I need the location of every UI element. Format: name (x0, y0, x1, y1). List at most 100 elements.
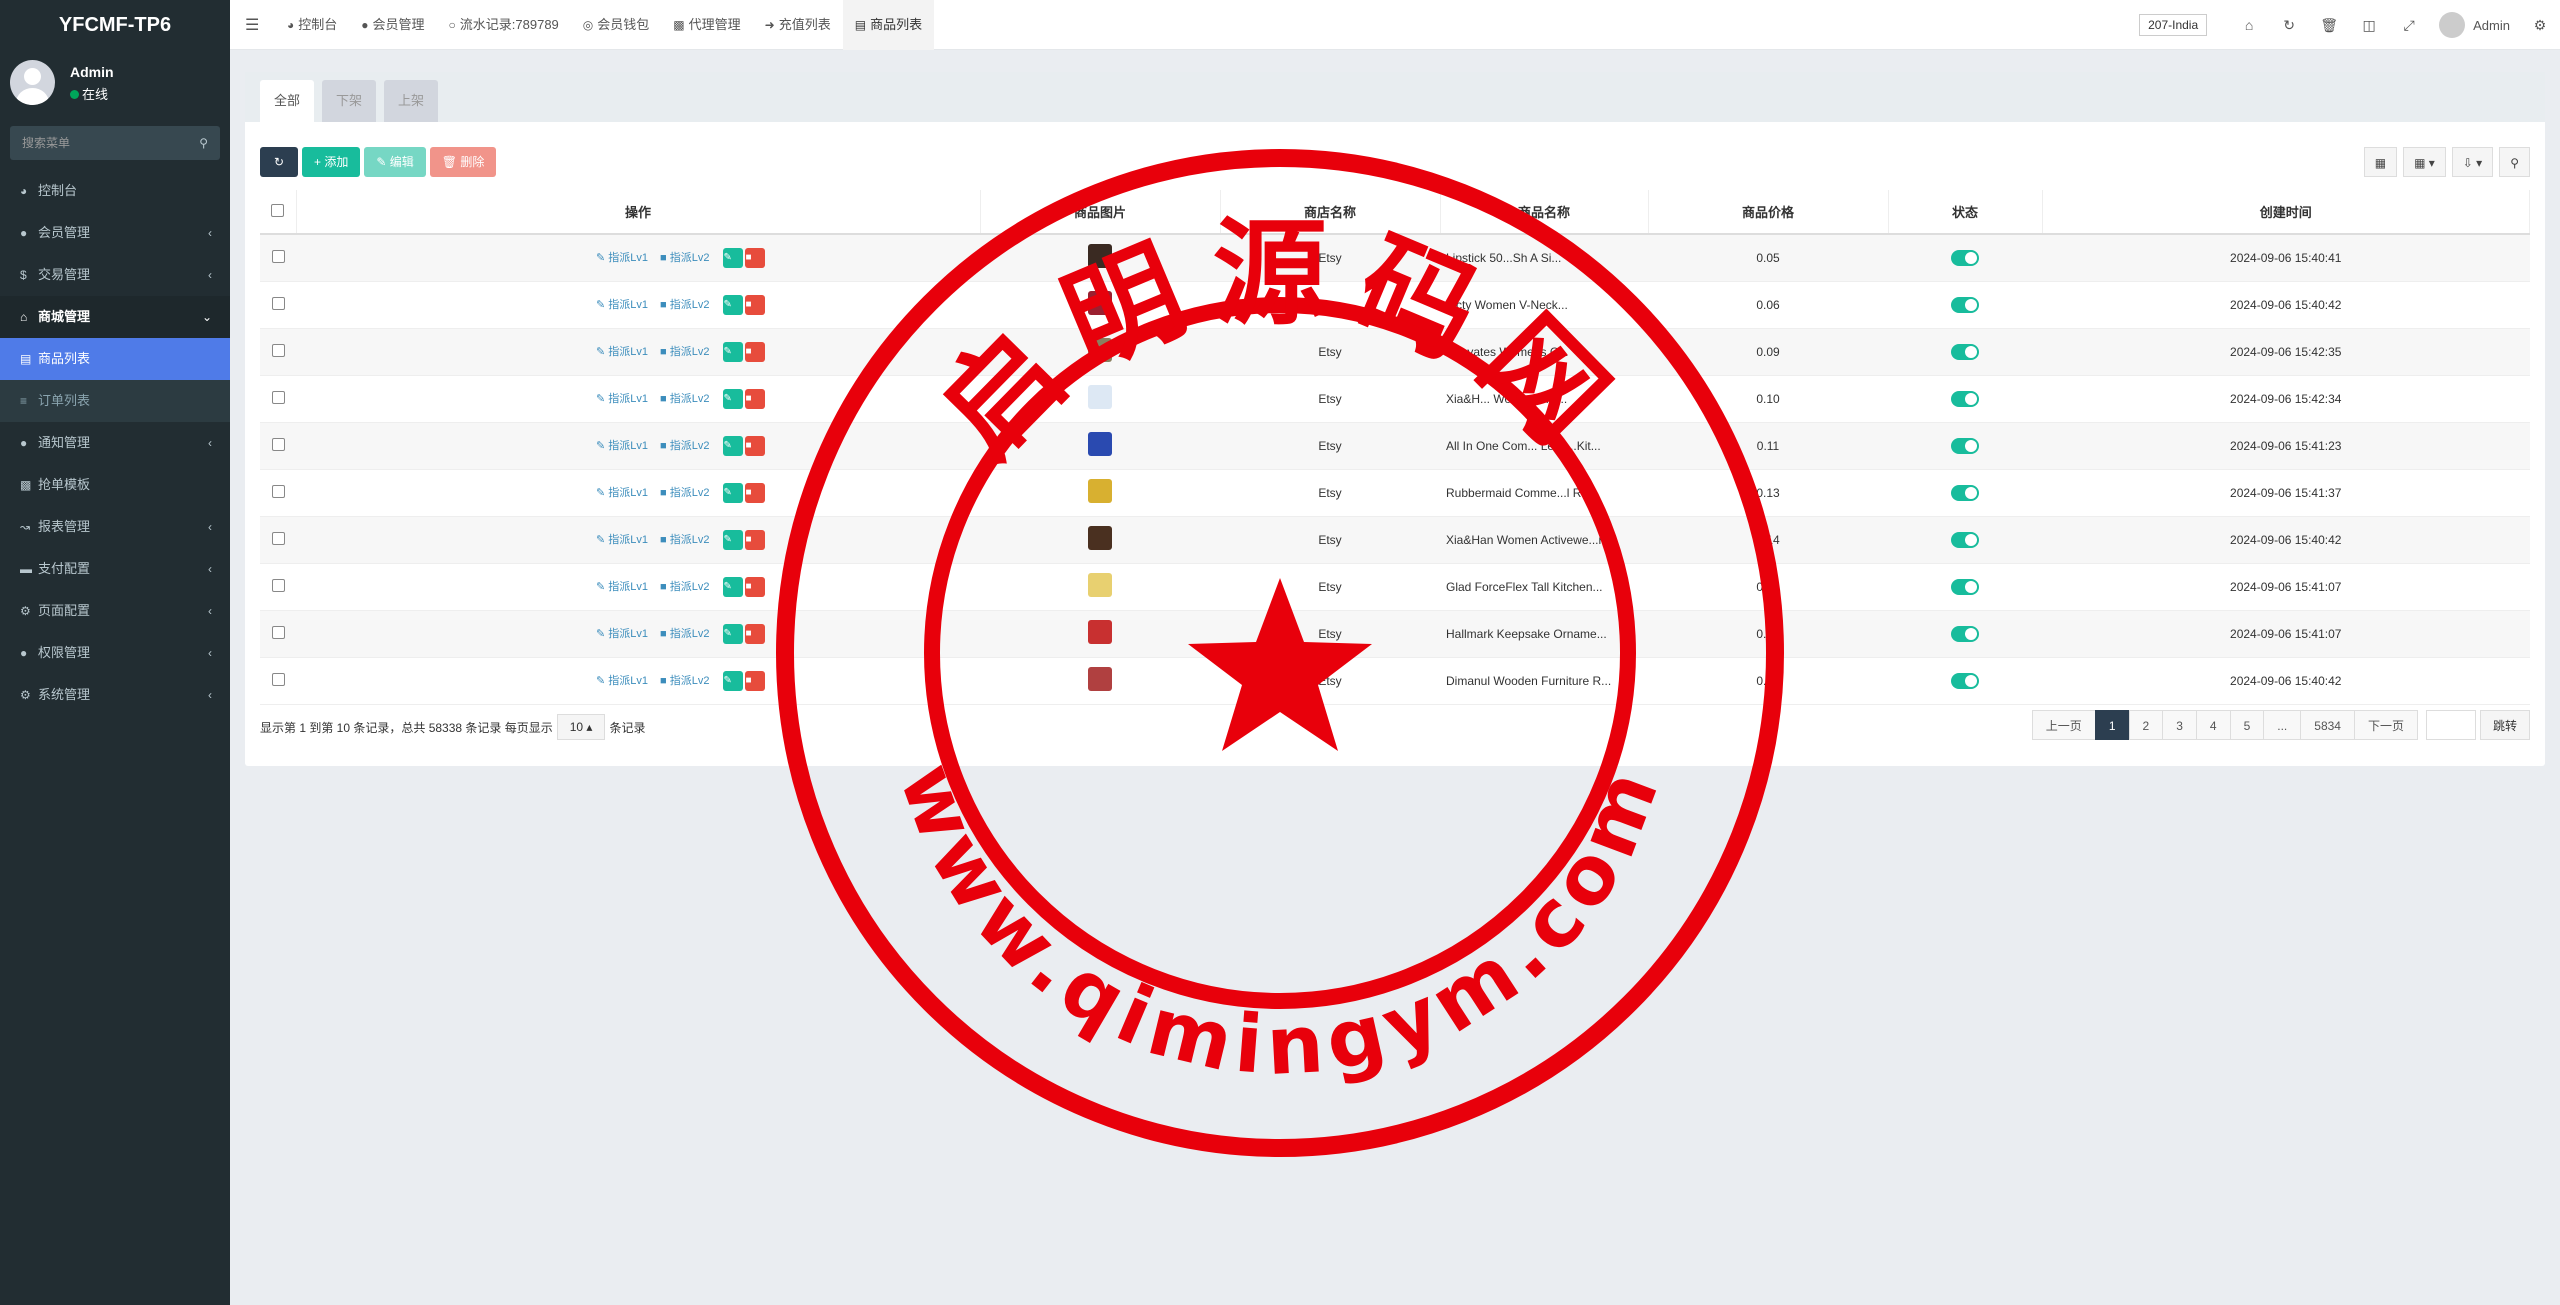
edit-row-button[interactable]: ✎ (723, 576, 744, 597)
delete-row-button[interactable]: ■ (745, 247, 766, 268)
product-thumbnail[interactable] (1088, 479, 1112, 503)
assign-lv1-link[interactable]: ✎ 指派Lv1 (596, 487, 648, 499)
edit-row-button[interactable]: ✎ (723, 482, 744, 503)
sidebar-item-mall[interactable]: ⌂ 商城管理 ⌄ (0, 296, 230, 338)
product-thumbnail[interactable] (1088, 244, 1112, 269)
product-thumbnail[interactable] (1088, 620, 1112, 644)
status-toggle[interactable] (1951, 390, 1979, 407)
next-page-button[interactable]: 下一页 (2353, 710, 2418, 740)
row-checkbox[interactable] (271, 296, 285, 310)
edit-row-button[interactable]: ✎ (723, 435, 744, 456)
sidebar-item-notify[interactable]: ● 通知管理 ‹ (0, 422, 230, 464)
row-checkbox[interactable] (271, 390, 285, 404)
sidebar-item-payment[interactable]: ▬ 支付配置 ‹ (0, 548, 230, 590)
tab-products[interactable]: ▤ 商品列表 (842, 0, 935, 50)
delete-row-button[interactable]: ■ (745, 435, 766, 456)
refresh-button[interactable]: ↻ (260, 147, 298, 177)
delete-row-button[interactable]: ■ (745, 341, 766, 362)
tab-all[interactable]: 全部 (260, 80, 315, 122)
assign-lv2-link[interactable]: ■ 指派Lv2 (660, 299, 709, 311)
search-icon[interactable]: ⚲ (199, 136, 208, 150)
add-button[interactable]: + 添加 (302, 147, 361, 177)
assign-lv2-link[interactable]: ■ 指派Lv2 (660, 393, 709, 405)
tab-offline[interactable]: 下架 (322, 80, 377, 122)
toggle-view-button[interactable]: ▦ (2363, 147, 2398, 177)
product-thumbnail[interactable] (1088, 338, 1112, 362)
prev-page-button[interactable]: 上一页 (2031, 710, 2096, 740)
edit-button[interactable]: ✎ 编辑 (364, 147, 426, 177)
sidebar-item-orders[interactable]: ≡ 订单列表 (0, 380, 230, 422)
edit-row-button[interactable]: ✎ (723, 388, 744, 409)
col-price[interactable]: 商品价格 (1648, 190, 1889, 235)
row-checkbox[interactable] (271, 437, 285, 451)
assign-lv1-link[interactable]: ✎ 指派Lv1 (596, 346, 648, 358)
sidebar-item-grab-template[interactable]: ▩ 抢单模板 (0, 464, 230, 506)
product-thumbnail[interactable] (1088, 385, 1112, 409)
tab-online[interactable]: 上架 (384, 80, 439, 122)
sidebar-item-reports[interactable]: ↝ 报表管理 ‹ (0, 506, 230, 548)
select-all-checkbox[interactable] (271, 203, 285, 217)
sidebar-search-input[interactable] (10, 126, 170, 160)
delete-row-button[interactable]: ■ (745, 670, 766, 691)
col-created[interactable]: 创建时间 (2042, 190, 2530, 235)
assign-lv2-link[interactable]: ■ 指派Lv2 (660, 628, 709, 640)
product-thumbnail[interactable] (1088, 432, 1112, 456)
col-product-name[interactable]: 商品名称 (1440, 190, 1649, 235)
product-thumbnail[interactable] (1088, 667, 1112, 691)
assign-lv1-link[interactable]: ✎ 指派Lv1 (596, 675, 648, 687)
assign-lv2-link[interactable]: ■ 指派Lv2 (660, 440, 709, 452)
edit-row-button[interactable]: ✎ (723, 670, 744, 691)
row-checkbox[interactable] (271, 343, 285, 357)
assign-lv2-link[interactable]: ■ 指派Lv2 (660, 581, 709, 593)
row-checkbox[interactable] (271, 531, 285, 545)
delete-row-button[interactable]: ■ (745, 623, 766, 644)
edit-row-button[interactable]: ✎ (723, 623, 744, 644)
product-thumbnail[interactable] (1088, 291, 1112, 315)
assign-lv2-link[interactable]: ■ 指派Lv2 (660, 252, 709, 264)
sidebar-item-dashboard[interactable]: ◕ 控制台 (0, 170, 230, 212)
page-1[interactable]: 1 (2094, 710, 2130, 740)
row-checkbox[interactable] (271, 484, 285, 498)
country-select[interactable]: 207-India (2139, 14, 2208, 36)
page-2[interactable]: 2 (2128, 710, 2164, 740)
assign-lv1-link[interactable]: ✎ 指派Lv1 (596, 299, 648, 311)
row-checkbox[interactable] (271, 578, 285, 592)
page-size-select[interactable]: 10 ▴ (556, 714, 606, 740)
status-toggle[interactable] (1951, 343, 1979, 360)
jump-page-input[interactable] (2425, 710, 2476, 740)
settings-icon[interactable]: ⚙ (2530, 17, 2550, 34)
assign-lv1-link[interactable]: ✎ 指派Lv1 (596, 534, 648, 546)
assign-lv1-link[interactable]: ✎ 指派Lv1 (596, 393, 648, 405)
status-toggle[interactable] (1951, 625, 1979, 642)
assign-lv2-link[interactable]: ■ 指派Lv2 (660, 675, 709, 687)
status-toggle[interactable] (1951, 484, 1979, 501)
edit-row-button[interactable]: ✎ (723, 341, 744, 362)
sidebar-item-permissions[interactable]: ● 权限管理 ‹ (0, 632, 230, 674)
delete-row-button[interactable]: ■ (745, 482, 766, 503)
status-toggle[interactable] (1951, 531, 1979, 548)
fullscreen-icon[interactable]: ⤢ (2389, 17, 2429, 34)
status-toggle[interactable] (1951, 672, 1979, 689)
page-3[interactable]: 3 (2162, 710, 2197, 740)
assign-lv1-link[interactable]: ✎ 指派Lv1 (596, 581, 648, 593)
trash-icon[interactable]: 🗑 (2309, 17, 2349, 34)
sidebar-item-members[interactable]: ● 会员管理 ‹ (0, 212, 230, 254)
assign-lv1-link[interactable]: ✎ 指派Lv1 (596, 440, 648, 452)
assign-lv2-link[interactable]: ■ 指派Lv2 (660, 346, 709, 358)
app-logo[interactable]: YFCMF-TP6 (0, 0, 230, 50)
edit-row-button[interactable]: ✎ (723, 294, 744, 315)
col-status[interactable]: 状态 (1888, 190, 2043, 235)
status-toggle[interactable] (1951, 296, 1979, 313)
col-store[interactable]: 商店名称 (1220, 190, 1441, 235)
language-icon[interactable]: ◫ (2349, 17, 2389, 34)
assign-lv2-link[interactable]: ■ 指派Lv2 (660, 534, 709, 546)
status-toggle[interactable] (1951, 249, 1979, 266)
col-actions[interactable]: 操作 (296, 190, 981, 235)
delete-row-button[interactable]: ■ (745, 294, 766, 315)
col-image[interactable]: 商品图片 (980, 190, 1221, 235)
row-checkbox[interactable] (271, 672, 285, 686)
assign-lv1-link[interactable]: ✎ 指派Lv1 (596, 628, 648, 640)
search-button[interactable]: ⚲ (2499, 147, 2530, 177)
tab-wallet[interactable]: ◎ 会员钱包 (571, 0, 662, 50)
delete-row-button[interactable]: ■ (745, 388, 766, 409)
